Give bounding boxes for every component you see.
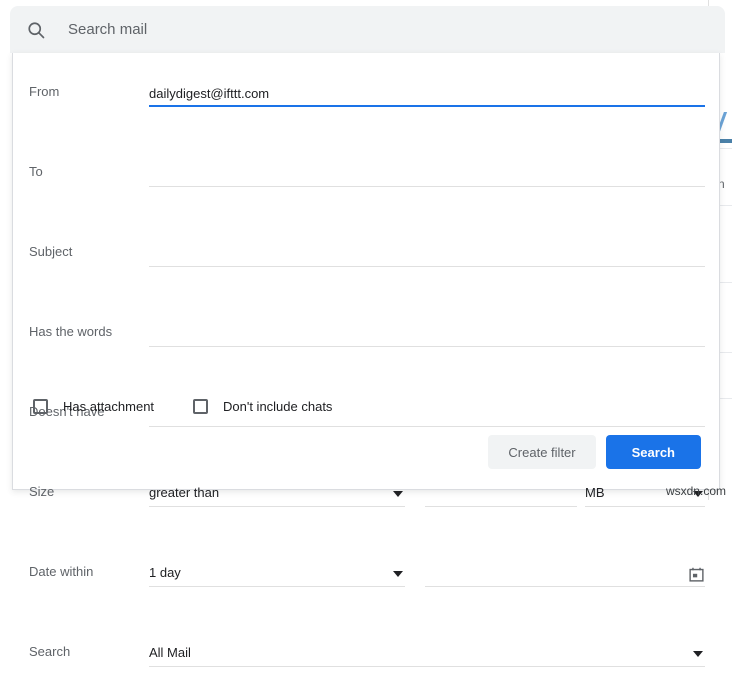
field-row-search-scope: Search All Mail	[13, 633, 719, 673]
search-button[interactable]: Search	[606, 435, 701, 469]
has-attachment-checkbox[interactable]: Has attachment	[33, 399, 154, 414]
size-amount-field[interactable]	[425, 481, 577, 507]
label-to: To	[29, 164, 43, 179]
field-row-to: To	[13, 153, 719, 193]
watermark: wsxdn.com	[666, 484, 726, 498]
size-comparator-select[interactable]: greater than	[149, 481, 405, 507]
from-field[interactable]	[149, 81, 705, 107]
filter-form: From To Subject Has the words	[13, 53, 719, 373]
search-input[interactable]	[68, 18, 725, 42]
checkbox-icon[interactable]	[193, 399, 208, 414]
to-field[interactable]	[149, 161, 705, 187]
has-the-words-input[interactable]	[149, 321, 705, 345]
label-date-within: Date within	[29, 564, 93, 579]
label-size: Size	[29, 484, 54, 499]
date-value-field[interactable]	[425, 561, 705, 587]
has-the-words-field[interactable]	[149, 321, 705, 347]
search-scope-select[interactable]: All Mail	[149, 641, 705, 667]
has-attachment-label: Has attachment	[63, 399, 154, 414]
dont-include-chats-label: Don't include chats	[223, 399, 332, 414]
to-input[interactable]	[149, 161, 705, 185]
background-blue-glyph	[718, 112, 732, 134]
field-row-date-within: Date within 1 day	[13, 553, 719, 593]
dialog-button-bar: Create filter Search	[488, 435, 701, 469]
field-row-subject: Subject	[13, 233, 719, 273]
chevron-down-icon	[393, 491, 403, 497]
create-filter-button[interactable]: Create filter	[488, 435, 595, 469]
size-comparator-value: greater than	[149, 485, 219, 500]
checkbox-icon[interactable]	[33, 399, 48, 414]
date-within-value: 1 day	[149, 565, 181, 580]
chevron-down-icon	[393, 571, 403, 577]
field-row-from: From	[13, 73, 719, 113]
field-row-size: Size greater than MB	[13, 473, 719, 513]
chevron-down-icon	[693, 651, 703, 657]
dont-include-chats-checkbox[interactable]: Don't include chats	[193, 399, 332, 414]
search-bar[interactable]	[10, 6, 725, 53]
label-search-scope: Search	[29, 644, 70, 659]
date-within-select[interactable]: 1 day	[149, 561, 405, 587]
search-filter-dialog: From To Subject Has the words	[12, 53, 720, 490]
size-unit-value: MB	[585, 485, 605, 500]
search-icon	[24, 18, 48, 42]
subject-input[interactable]	[149, 241, 705, 265]
label-subject: Subject	[29, 244, 72, 259]
checkbox-row: Has attachment Don't include chats	[13, 393, 719, 429]
calendar-icon[interactable]	[688, 566, 705, 583]
size-amount-input[interactable]	[425, 481, 577, 505]
search-scope-value: All Mail	[149, 645, 191, 660]
label-from: From	[29, 84, 59, 99]
subject-field[interactable]	[149, 241, 705, 267]
from-input[interactable]	[149, 81, 705, 105]
date-value-input[interactable]	[425, 561, 681, 585]
label-has-the-words: Has the words	[29, 324, 112, 339]
field-row-has-the-words: Has the words	[13, 313, 719, 353]
